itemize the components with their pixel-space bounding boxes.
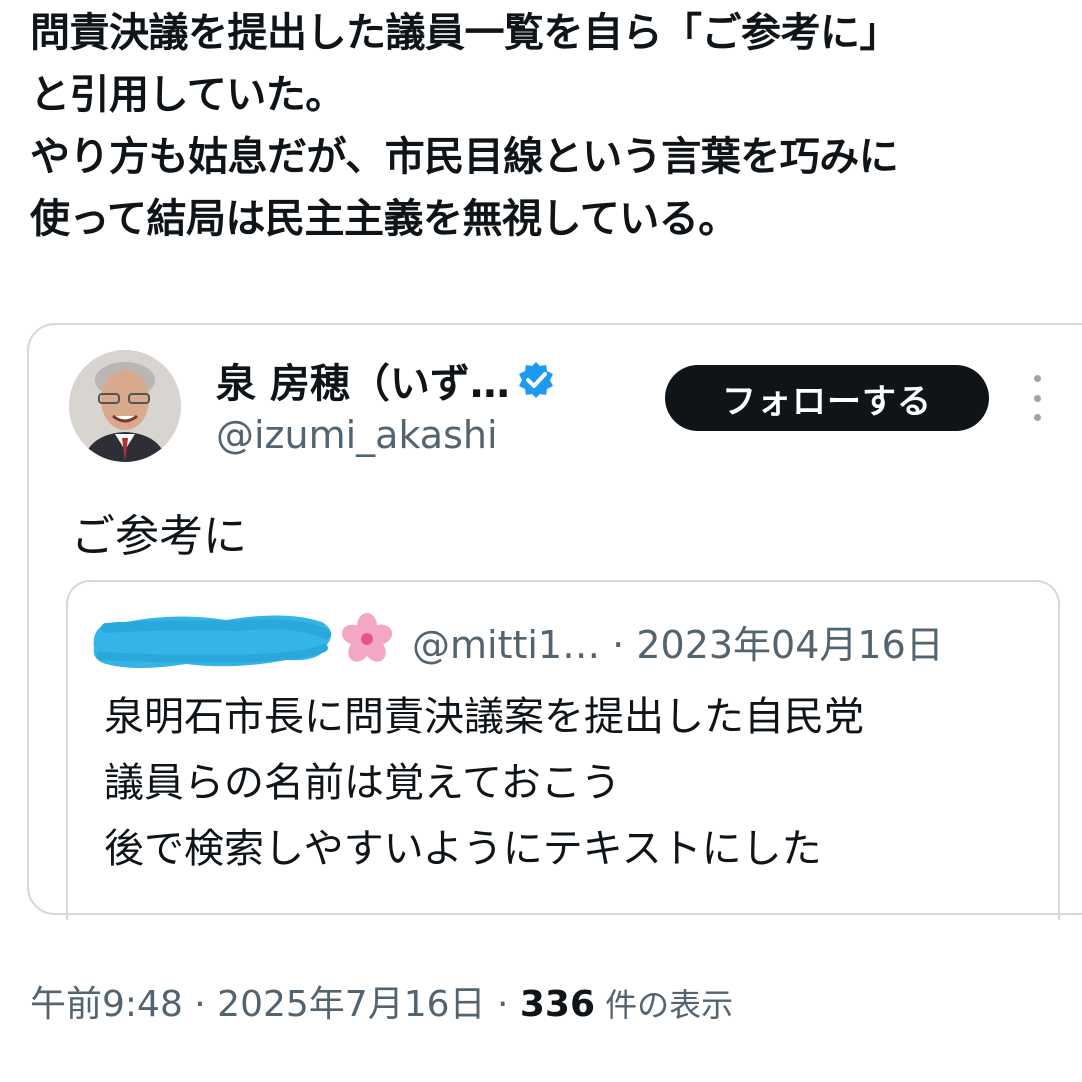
view-count: 336 (519, 984, 595, 1025)
quoted-post-text: ご参考に (71, 511, 247, 562)
nested-text-line: 泉明石市長に問責決議案を提出した自民党 (104, 694, 864, 740)
author-name-row[interactable]: 泉 房穂（いず… (216, 351, 556, 409)
nested-quote-card[interactable]: @mitti1… · 2023年04月16日 泉明石市長に問責決議案を提出した自… (66, 580, 1060, 920)
nested-text-line: 議員らの名前は覚えておこう (104, 760, 621, 806)
quoted-post-card[interactable]: 泉 房穂（いず… @izumi_akashi フォローする ご参考に @mitt… (27, 323, 1082, 920)
view-count-label: 件の表示 (595, 986, 734, 1024)
verified-badge-icon (516, 360, 556, 400)
post-text-line: 使って結局は民主主義を無視している。 (30, 196, 738, 242)
post-text: 問責決議を提出した議員一覧を自ら「ご参考に」 と引用していた。 やり方も姑息だが… (30, 2, 1080, 250)
avatar[interactable] (69, 350, 181, 462)
post-text-line: やり方も姑息だが、市民目線という言葉を巧みに (30, 134, 899, 180)
nested-text-line: 後で検索しやすいようにテキストにした (104, 826, 822, 872)
post-timestamp[interactable]: 午前9:48 · 2025年7月16日 · (30, 984, 520, 1025)
cherry-blossom-icon (340, 612, 394, 666)
post-text-line: 問責決議を提出した議員一覧を自ら「ご参考に」 (30, 10, 900, 56)
nested-handle-date[interactable]: @mitti1… · 2023年04月16日 (412, 614, 944, 669)
post-meta: 午前9:48 · 2025年7月16日 · 336 件の表示 (30, 975, 733, 1027)
follow-button[interactable]: フォローする (665, 365, 989, 431)
post-text-line: と引用していた。 (30, 72, 345, 118)
nested-post-text: 泉明石市長に問責決議案を提出した自民党 議員らの名前は覚えておこう 後で検索しや… (104, 684, 864, 882)
redaction-scribble (86, 600, 338, 676)
author-handle[interactable]: @izumi_akashi (216, 413, 498, 457)
more-options-icon[interactable] (1025, 375, 1049, 421)
author-name[interactable]: 泉 房穂（いず… (216, 351, 510, 409)
